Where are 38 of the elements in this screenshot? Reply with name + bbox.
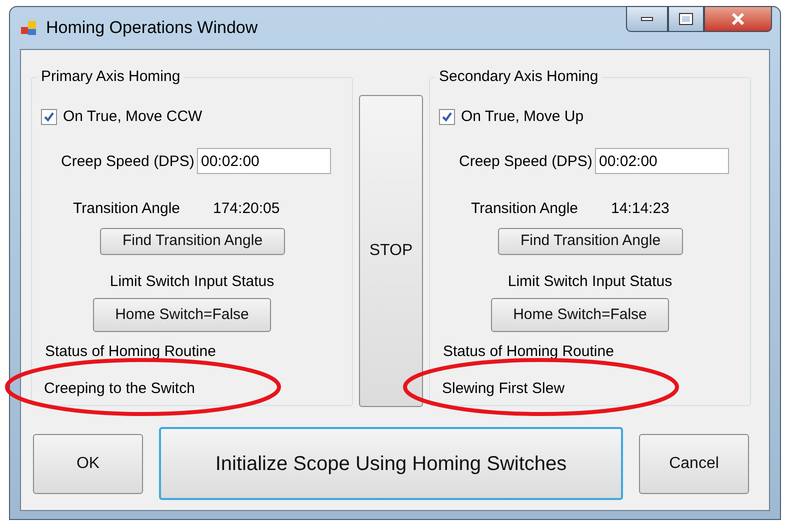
creep-speed-label: Creep Speed (DPS)	[459, 152, 592, 172]
checkbox-label: On True, Move Up	[461, 107, 584, 127]
app-icon	[20, 19, 38, 37]
home-switch-button[interactable]: Home Switch=False	[93, 298, 271, 332]
checkbox-label: On True, Move CCW	[63, 107, 202, 127]
status-value: Slewing First Slew	[442, 379, 565, 399]
status-value: Creeping to the Switch	[44, 379, 195, 399]
minimize-button[interactable]	[626, 6, 668, 32]
transition-angle-value: 174:20:05	[213, 199, 280, 219]
limit-switch-label: Limit Switch Input Status	[108, 272, 276, 292]
stop-button[interactable]: STOP	[359, 95, 423, 407]
checkmark-icon	[43, 111, 55, 124]
creep-speed-label: Creep Speed (DPS)	[61, 152, 194, 172]
maximize-button[interactable]	[668, 6, 704, 32]
transition-angle-label: Transition Angle	[471, 199, 578, 219]
maximize-icon	[680, 14, 692, 24]
find-transition-angle-button[interactable]: Find Transition Angle	[498, 228, 683, 255]
creep-speed-field[interactable]: 00:02:00	[197, 148, 331, 174]
group-title: Secondary Axis Homing	[435, 68, 602, 86]
dialog-button[interactable]: Cancel	[639, 434, 749, 494]
checkmark-icon	[441, 111, 453, 124]
transition-angle-value: 14:14:23	[611, 199, 670, 219]
home-switch-button[interactable]: Home Switch=False	[491, 298, 669, 332]
window-title: Homing Operations Window	[46, 17, 258, 40]
status-label: Status of Homing Routine	[443, 342, 614, 362]
minimize-icon	[641, 17, 653, 21]
group-title: Primary Axis Homing	[37, 68, 184, 86]
checkbox[interactable]	[41, 109, 57, 126]
checkbox[interactable]	[439, 109, 455, 126]
transition-angle-label: Transition Angle	[73, 199, 180, 219]
status-label: Status of Homing Routine	[45, 342, 216, 362]
initialize-button[interactable]: Initialize Scope Using Homing Switches	[159, 427, 623, 500]
limit-switch-label: Limit Switch Input Status	[506, 272, 674, 292]
find-transition-angle-button[interactable]: Find Transition Angle	[100, 228, 285, 255]
close-button[interactable]	[704, 6, 772, 32]
creep-speed-field[interactable]: 00:02:00	[595, 148, 729, 174]
close-icon	[731, 13, 745, 25]
dialog-button[interactable]: OK	[33, 434, 143, 494]
